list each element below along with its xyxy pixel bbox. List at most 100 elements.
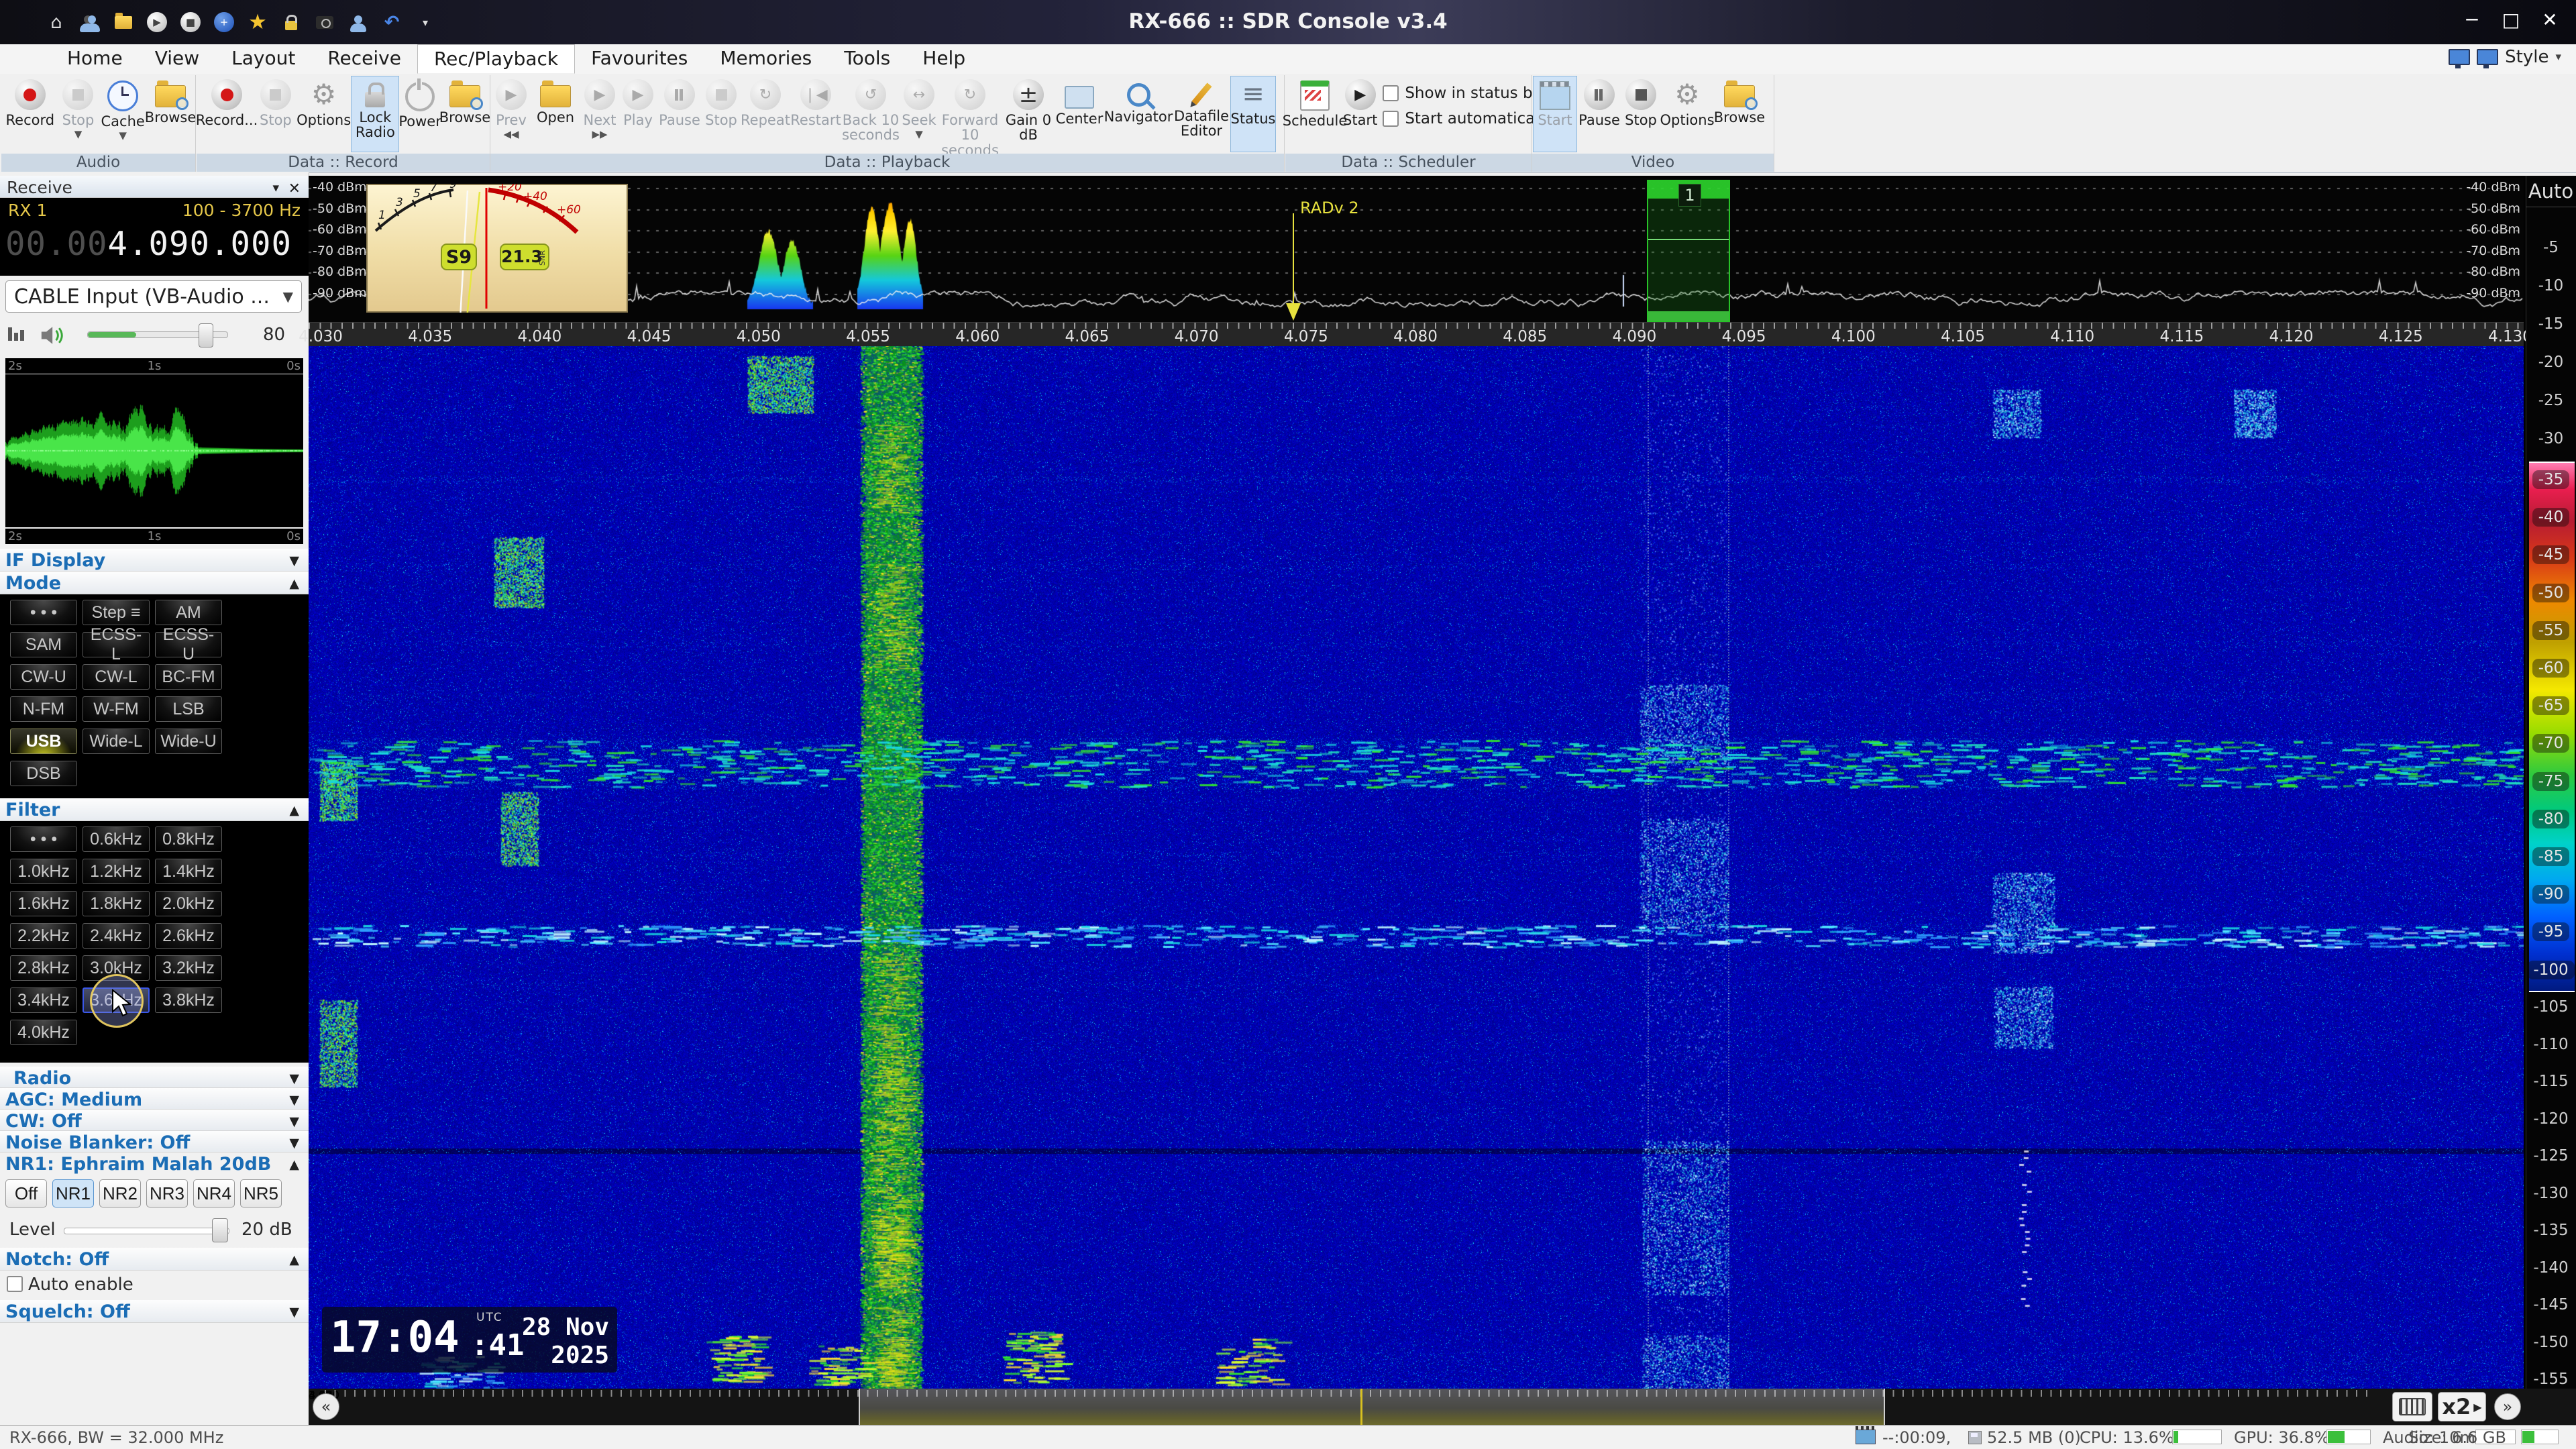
- mode-button[interactable]: BC-FM: [155, 664, 222, 690]
- filter-button[interactable]: 3.4kHz: [10, 987, 77, 1013]
- pause-button[interactable]: Pause: [657, 76, 702, 152]
- panel-collapse-icon[interactable]: ▾: [272, 180, 279, 195]
- style-menu[interactable]: Style: [2505, 47, 2548, 67]
- equalizer-icon[interactable]: [8, 327, 24, 341]
- mode-button[interactable]: N-FM: [10, 696, 77, 722]
- next-button[interactable]: ▶Next▶▶: [580, 76, 619, 152]
- video-options-button[interactable]: ⚙Options: [1660, 76, 1715, 152]
- close-button[interactable]: ✕: [2530, 4, 2569, 35]
- power-button[interactable]: Power: [398, 76, 441, 152]
- mode-button[interactable]: Step ≡: [83, 600, 150, 625]
- mode-button[interactable]: AM: [155, 600, 222, 625]
- filter-button[interactable]: 2.8kHz: [10, 955, 77, 981]
- mode-button[interactable]: DSB: [10, 761, 77, 786]
- audio-browse-button[interactable]: Browse: [147, 76, 194, 152]
- filter-button[interactable]: 1.4kHz: [155, 859, 222, 884]
- level-slider-handle[interactable]: [212, 1218, 228, 1242]
- audio-output-select[interactable]: CABLE Input (VB-Audio ... ▼: [5, 280, 302, 313]
- filter-button[interactable]: 3.2kHz: [155, 955, 222, 981]
- repeat-button[interactable]: ↻Repeat: [740, 76, 791, 152]
- zoom-button[interactable]: x2▶: [2438, 1392, 2486, 1421]
- mode-button[interactable]: Wide-L: [83, 729, 150, 754]
- filter-button[interactable]: 1.8kHz: [83, 891, 150, 916]
- radio-header[interactable]: Radio▼: [0, 1067, 309, 1088]
- tuned-frequency[interactable]: 00.004.090.000: [5, 225, 292, 263]
- video-stop-button[interactable]: Stop: [1622, 76, 1660, 152]
- data-browse-button[interactable]: Browse: [441, 76, 488, 152]
- center-button[interactable]: Center: [1054, 76, 1105, 152]
- mode-button[interactable]: W-FM: [83, 696, 150, 722]
- filter-button[interactable]: 0.8kHz: [155, 826, 222, 852]
- menu-tab[interactable]: View: [139, 44, 215, 74]
- spectrum-plot[interactable]: [309, 178, 2524, 322]
- keyboard-entry-button[interactable]: [2392, 1392, 2432, 1421]
- filter-button[interactable]: 1.6kHz: [10, 891, 77, 916]
- menu-tab[interactable]: Layout: [215, 44, 311, 74]
- data-options-button[interactable]: ⚙Options: [296, 76, 352, 152]
- mode-button[interactable]: SAM: [10, 632, 77, 657]
- filter-button[interactable]: 1.0kHz: [10, 859, 77, 884]
- navigator-button[interactable]: Navigator: [1105, 76, 1172, 152]
- video-browse-button[interactable]: Browse: [1715, 76, 1764, 152]
- menu-tab[interactable]: Receive: [311, 44, 417, 74]
- nr-button[interactable]: NR4: [193, 1179, 235, 1208]
- nr-button[interactable]: NR5: [240, 1179, 282, 1208]
- menu-tab[interactable]: Memories: [704, 44, 828, 74]
- monitor-icon[interactable]: [2477, 49, 2498, 65]
- minimize-button[interactable]: ─: [2453, 4, 2491, 35]
- filter-button[interactable]: 4.0kHz: [10, 1020, 77, 1045]
- menu-tab[interactable]: Favourites: [575, 44, 704, 74]
- start-automatically-checkbox[interactable]: [1383, 111, 1399, 127]
- lock-radio-button[interactable]: Lock Radio: [352, 76, 398, 152]
- nr-button[interactable]: Off: [5, 1179, 47, 1208]
- radv2-marker-label[interactable]: RADv 2: [1300, 199, 1359, 217]
- filter-button[interactable]: 0.6kHz: [83, 826, 150, 852]
- scroll-left-button[interactable]: «: [313, 1393, 339, 1420]
- volume-slider-handle[interactable]: [199, 323, 213, 347]
- status-button[interactable]: ≡Status: [1231, 76, 1275, 152]
- auto-scale-button[interactable]: Auto: [2526, 176, 2576, 207]
- audio-stop-button[interactable]: Stop▼: [58, 76, 99, 152]
- back-10-seconds-button[interactable]: ↺Back 10 seconds: [841, 76, 901, 152]
- mode-button[interactable]: Wide-U: [155, 729, 222, 754]
- if-display-header[interactable]: IF Display▼: [0, 549, 309, 572]
- mode-button[interactable]: ECSS-U: [155, 632, 222, 657]
- level-slider-track[interactable]: [64, 1228, 229, 1234]
- datafile-editor-button[interactable]: Datafile Editor: [1172, 76, 1231, 152]
- mode-button[interactable]: CW-L: [83, 664, 150, 690]
- video-pause-button[interactable]: Pause: [1576, 76, 1622, 152]
- mode-button[interactable]: LSB: [155, 696, 222, 722]
- filter-header[interactable]: Filter▲: [0, 798, 309, 821]
- schedule-button[interactable]: Schedule: [1287, 76, 1343, 152]
- frequency-scale[interactable]: 4.0304.0354.0404.0454.0504.0554.0604.065…: [309, 322, 2524, 346]
- filter-button[interactable]: 2.0kHz: [155, 891, 222, 916]
- agc-header[interactable]: AGC: Medium▼: [0, 1088, 309, 1110]
- menu-tab[interactable]: Help: [906, 44, 981, 74]
- filter-button[interactable]: 3.8kHz: [155, 987, 222, 1013]
- prev-button[interactable]: ▶Prev◀◀: [492, 76, 531, 152]
- waterfall-color-gradient[interactable]: [2529, 462, 2575, 992]
- squelch-header[interactable]: Squelch: Off▼: [0, 1300, 309, 1323]
- auto-enable-checkbox[interactable]: [7, 1276, 23, 1292]
- cw-header[interactable]: CW: Off▼: [0, 1110, 309, 1131]
- menu-tab[interactable]: Tools: [828, 44, 906, 74]
- mode-header[interactable]: Mode▲: [0, 572, 309, 594]
- nr-header[interactable]: NR1: Ephraim Malah 20dB▲: [0, 1152, 309, 1174]
- open-button[interactable]: Open: [531, 76, 580, 152]
- data-record-button[interactable]: Record...: [198, 76, 256, 152]
- visible-span-band[interactable]: [859, 1389, 1885, 1425]
- maximize-button[interactable]: □: [2491, 4, 2530, 35]
- filter-button[interactable]: 2.6kHz: [155, 923, 222, 949]
- seek-button[interactable]: ↔Seek▼: [901, 76, 937, 152]
- panel-close-icon[interactable]: ✕: [288, 180, 301, 197]
- notch-header[interactable]: Notch: Off▲: [0, 1248, 309, 1271]
- menu-tab[interactable]: Home: [51, 44, 139, 74]
- mode-button[interactable]: • • •: [10, 600, 77, 625]
- monitor-icon[interactable]: [2449, 49, 2470, 65]
- scheduler-start-button[interactable]: ▶Start: [1343, 76, 1377, 152]
- filter-button[interactable]: 2.4kHz: [83, 923, 150, 949]
- audio-record-button[interactable]: Record: [3, 76, 58, 152]
- nr-button[interactable]: NR1: [52, 1179, 94, 1208]
- waterfall-display[interactable]: [309, 345, 2524, 1389]
- scroll-right-button[interactable]: »: [2494, 1393, 2521, 1420]
